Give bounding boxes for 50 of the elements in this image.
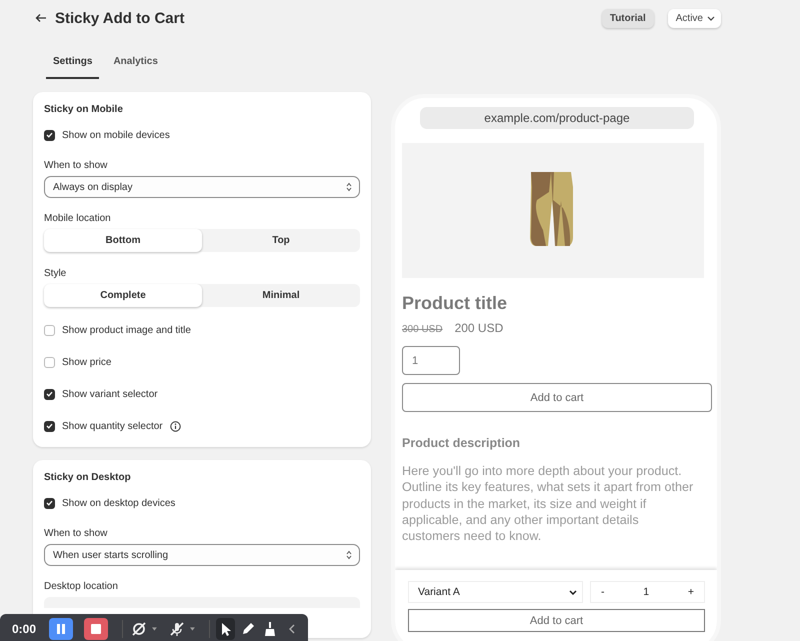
quantity-field[interactable]: 1 xyxy=(402,346,460,375)
field-label: Mobile location xyxy=(44,213,112,224)
sale-price: 200 USD xyxy=(454,321,504,335)
camera-off-icon xyxy=(130,620,148,638)
add-to-cart-button[interactable]: Add to cart xyxy=(408,609,705,632)
stop-button[interactable] xyxy=(84,618,108,640)
checkbox-label: Show on desktop devices xyxy=(62,498,176,508)
checkbox-label: Show variant selector xyxy=(62,388,158,400)
segment-option[interactable]: Bottom xyxy=(44,229,202,252)
add-to-cart-button[interactable]: Add to cart xyxy=(402,383,712,412)
pause-button[interactable] xyxy=(49,618,74,640)
chevron-down-icon xyxy=(569,590,577,594)
description-heading: Product description xyxy=(402,436,522,450)
field-label: When to show xyxy=(44,160,108,171)
segment-option[interactable]: Minimal xyxy=(202,284,360,307)
card-title: Sticky on Mobile xyxy=(44,104,124,115)
select-field[interactable]: Always on display xyxy=(44,176,360,198)
card-title: Sticky on Desktop xyxy=(44,472,132,483)
variant-select[interactable]: Variant A xyxy=(408,581,583,603)
checkbox-label: Show quantity selector xyxy=(62,420,163,432)
segment-option[interactable]: Top xyxy=(202,229,360,252)
url-bar: example.com/product-page xyxy=(420,107,694,129)
recording-timer: 0:00 xyxy=(12,622,36,636)
field-label: Style xyxy=(44,268,68,279)
checkbox-label: Show product image and title xyxy=(62,324,191,336)
original-price: 300 USD xyxy=(402,324,443,335)
tab[interactable]: Settings xyxy=(46,52,100,79)
checkbox[interactable] xyxy=(44,420,55,432)
quantity-stepper[interactable]: - 1 + xyxy=(590,581,705,603)
checkbox[interactable] xyxy=(44,130,55,140)
product-title: Product title xyxy=(402,293,508,314)
segment-option[interactable]: Complete xyxy=(44,284,202,307)
status-dropdown[interactable]: Active xyxy=(668,8,721,28)
checkbox[interactable] xyxy=(44,356,55,368)
up-down-chevron-icon xyxy=(346,182,352,192)
field-label: When to show xyxy=(44,528,108,539)
product-description: Here you'll go into more depth about your product. Outline its key features, what sets it apart from other products in the market, its size and weight if applicable, and any other important details customers need to know. xyxy=(402,463,694,544)
chevron-left-icon xyxy=(289,624,296,634)
mic-off-icon xyxy=(168,620,186,638)
checkbox[interactable] xyxy=(44,388,55,400)
checkbox-label: Show price xyxy=(62,356,112,368)
chevron-down-icon xyxy=(707,16,715,20)
checkbox[interactable] xyxy=(44,324,55,336)
tab[interactable]: Analytics xyxy=(106,52,165,79)
pointer-button[interactable] xyxy=(216,618,235,640)
page-title: Sticky Add to Cart xyxy=(55,10,186,26)
field-label: Desktop location xyxy=(44,581,119,592)
back-arrow-icon[interactable] xyxy=(35,13,47,23)
tutorial-button[interactable]: Tutorial xyxy=(602,8,654,28)
checkbox-label: Show on mobile devices xyxy=(62,130,170,140)
